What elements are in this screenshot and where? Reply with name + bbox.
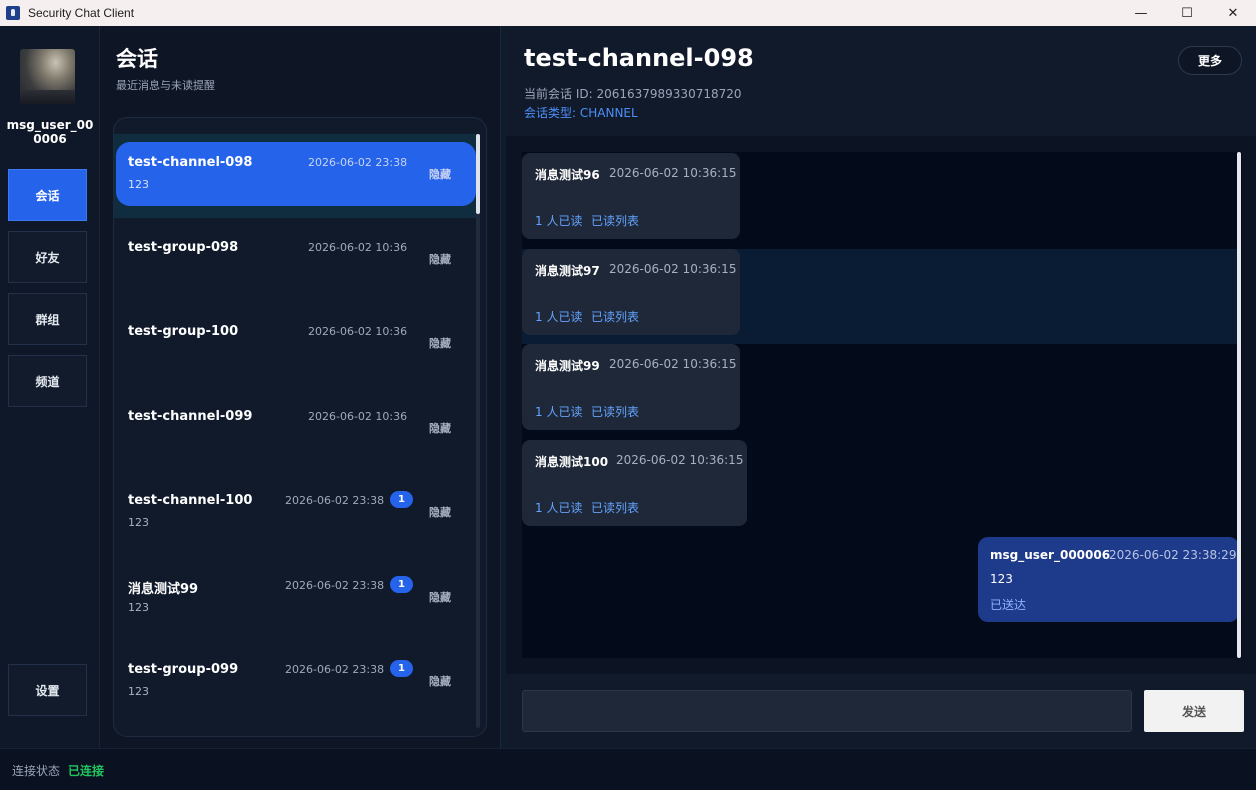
message-time: 2026-06-02 23:38:29 (1109, 548, 1237, 562)
read-list-link[interactable]: 已读列表 (591, 308, 639, 325)
read-count: 1 人已读 (535, 310, 583, 324)
nav-conversations-button[interactable]: 会话 (8, 169, 87, 221)
message-list[interactable]: 消息测试96 2026-06-02 10:36:15 1 人已读 已读列表 消息… (522, 152, 1242, 658)
maximize-icon[interactable]: ☐ (1164, 0, 1210, 26)
message-sender: 消息测试100 (535, 455, 609, 469)
read-count: 1 人已读 (535, 214, 583, 228)
message-scrollbar[interactable] (1237, 152, 1241, 658)
read-list-link[interactable]: 已读列表 (591, 499, 639, 516)
connection-status-value: 已连接 (68, 764, 105, 778)
read-count: 1 人已读 (535, 405, 583, 419)
status-bar: 连接状态 已连接 (0, 748, 1256, 790)
conversation-name: test-group-100 (128, 324, 239, 339)
conversation-list[interactable]: test-channel-098 2026-06-02 23:38 隐藏 123… (113, 117, 487, 737)
own-message-bubble: msg_user_000006 2026-06-02 23:38:29 123 … (978, 537, 1239, 622)
app-logo-icon (6, 6, 20, 20)
chat-area: test-channel-098 当前会话 ID: 20616379893307… (506, 26, 1256, 748)
conversation-name: 消息测试99 (128, 582, 199, 597)
window-title: Security Chat Client (28, 6, 135, 20)
message-bubble: 消息测试97 2026-06-02 10:36:15 1 人已读 已读列表 (522, 249, 740, 335)
conversation-scrollbar-thumb[interactable] (476, 134, 480, 214)
nav-settings-button[interactable]: 设置 (8, 664, 87, 716)
conversation-name: test-channel-100 (128, 493, 253, 508)
session-type: 会话类型: CHANNEL (524, 106, 638, 120)
message-input[interactable] (522, 690, 1132, 732)
conversation-name: test-group-098 (128, 240, 239, 255)
hide-button[interactable]: 隐藏 (429, 420, 451, 436)
connection-status-label: 连接状态 (12, 764, 61, 778)
read-list-link[interactable]: 已读列表 (591, 403, 639, 420)
hide-button[interactable]: 隐藏 (429, 335, 451, 351)
chat-header: test-channel-098 当前会话 ID: 20616379893307… (506, 26, 1256, 136)
message-bubble: 消息测试96 2026-06-02 10:36:15 1 人已读 已读列表 (522, 153, 740, 239)
chat-title: test-channel-098 (524, 44, 754, 72)
conversation-time: 2026-06-02 23:38 (285, 663, 385, 676)
conversation-preview: 123 (128, 685, 149, 698)
message-time: 2026-06-02 10:36:15 (609, 357, 737, 371)
conversation-preview: 123 (128, 601, 149, 614)
message-sender: msg_user_000006 (990, 548, 1111, 562)
conversation-item[interactable]: 消息测试99 2026-06-02 23:38 1 隐藏 123 (114, 557, 478, 641)
hide-button[interactable]: 隐藏 (429, 589, 451, 605)
message-bubble: 消息测试100 2026-06-02 10:36:15 1 人已读 已读列表 (522, 440, 747, 526)
delivery-status: 已送达 (990, 598, 1027, 612)
composer: 发送 (506, 674, 1256, 748)
message-time: 2026-06-02 10:36:15 (609, 166, 737, 180)
conversation-item[interactable]: test-group-100 2026-06-02 10:36 隐藏 (114, 303, 478, 387)
message-body: 123 (990, 572, 1013, 586)
nav-channels-button[interactable]: 频道 (8, 355, 87, 407)
unread-badge: 1 (390, 660, 413, 677)
conversation-time: 2026-06-02 10:36 (308, 325, 408, 338)
conversation-name: test-channel-099 (128, 409, 253, 424)
conversation-time: 2026-06-02 10:36 (308, 241, 408, 254)
conversation-item[interactable]: test-group-098 2026-06-02 10:36 隐藏 (114, 219, 478, 303)
nav-groups-button[interactable]: 群组 (8, 293, 87, 345)
nav-friends-button[interactable]: 好友 (8, 231, 87, 283)
send-button[interactable]: 发送 (1144, 690, 1244, 732)
avatar[interactable] (20, 49, 75, 104)
conversation-panel-subtitle: 最近消息与未读提醒 (116, 79, 215, 92)
username: msg_user_000006 (6, 118, 94, 146)
conversation-preview: 123 (128, 516, 149, 529)
message-sender: 消息测试96 (535, 168, 600, 182)
conversation-item[interactable]: test-channel-100 2026-06-02 23:38 1 隐藏 1… (114, 472, 478, 556)
session-id: 当前会话 ID: 2061637989330718720 (524, 87, 742, 101)
message-time: 2026-06-02 10:36:15 (609, 262, 737, 276)
conversation-preview: 123 (128, 178, 149, 191)
more-button[interactable]: 更多 (1178, 46, 1242, 75)
conversation-time: 2026-06-02 23:38 (285, 579, 385, 592)
close-icon[interactable]: ✕ (1210, 0, 1256, 26)
left-nav: msg_user_000006 会话 好友 群组 频道 设置 (0, 26, 100, 748)
conversation-scrollbar-track[interactable] (476, 134, 480, 728)
read-count: 1 人已读 (535, 501, 583, 515)
minimize-icon[interactable]: — (1118, 0, 1164, 26)
hide-button[interactable]: 隐藏 (429, 673, 451, 689)
unread-badge: 1 (390, 576, 413, 593)
hide-button[interactable]: 隐藏 (429, 166, 451, 182)
read-list-link[interactable]: 已读列表 (591, 212, 639, 229)
hide-button[interactable]: 隐藏 (429, 251, 451, 267)
message-sender: 消息测试97 (535, 264, 600, 278)
conversation-panel: 会话 最近消息与未读提醒 test-channel-098 2026-06-02… (100, 26, 500, 748)
conversation-panel-title: 会话 (116, 47, 158, 71)
message-sender: 消息测试99 (535, 359, 600, 373)
conversation-name: test-channel-098 (128, 155, 253, 170)
message-bubble: 消息测试99 2026-06-02 10:36:15 1 人已读 已读列表 (522, 344, 740, 430)
unread-badge: 1 (390, 491, 413, 508)
window-controls: — ☐ ✕ (1118, 0, 1256, 26)
conversation-item[interactable]: test-channel-099 2026-06-02 10:36 隐藏 (114, 388, 478, 472)
conversation-item[interactable]: test-channel-098 2026-06-02 23:38 隐藏 123 (114, 134, 478, 218)
conversation-item[interactable]: test-group-099 2026-06-02 23:38 1 隐藏 123 (114, 641, 478, 725)
conversation-time: 2026-06-02 23:38 (308, 156, 408, 169)
hide-button[interactable]: 隐藏 (429, 504, 451, 520)
conversation-name: test-group-099 (128, 662, 239, 677)
message-time: 2026-06-02 10:36:15 (616, 453, 744, 467)
conversation-time: 2026-06-02 10:36 (308, 410, 408, 423)
window-titlebar: Security Chat Client — ☐ ✕ (0, 0, 1256, 26)
conversation-time: 2026-06-02 23:38 (285, 494, 385, 507)
selected-highlight (116, 142, 476, 206)
